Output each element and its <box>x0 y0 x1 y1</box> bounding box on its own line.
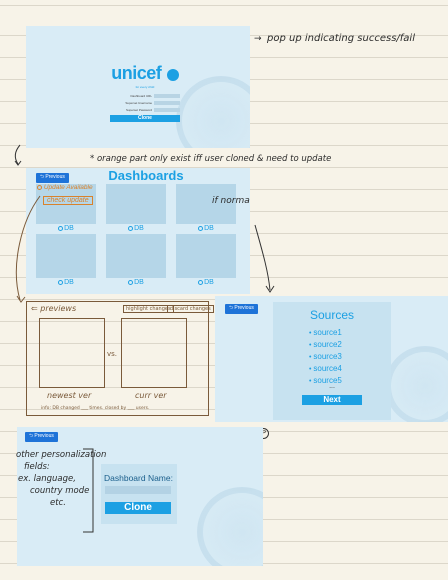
unicef-watermark <box>385 346 448 422</box>
highlight-changes-button[interactable]: highlight changes <box>123 305 174 313</box>
current-version-label: curr ver <box>135 391 167 400</box>
discard-changes-button[interactable]: discard changes <box>167 305 214 313</box>
sources-card: Sources source1 source2 source3 source4 … <box>273 302 391 420</box>
previews-info-footer: info: DB changed ___ times. closed by __… <box>41 406 150 411</box>
sources-panel: ⮌ Previous Sources source1 source2 sourc… <box>215 296 448 422</box>
sources-title: Sources <box>309 308 355 322</box>
sources-list: source1 source2 source3 source4 source5 <box>309 327 341 387</box>
personalization-note-line: fields: <box>24 462 50 472</box>
personalization-note-line: other personalization <box>16 450 107 460</box>
personalization-note-line: ex. language, <box>18 474 76 484</box>
newest-version-label: newest ver <box>47 391 92 400</box>
vs-label: vs. <box>107 350 118 358</box>
sources-previous-button[interactable]: ⮌ Previous <box>225 304 258 314</box>
back-arrow-icon: ⮌ <box>229 305 234 311</box>
newest-version-frame <box>39 318 105 388</box>
back-arrow-icon: ⇐ <box>31 304 38 313</box>
previews-sketch: ⇐ previews highlight changes discard cha… <box>26 301 214 416</box>
source-item[interactable]: source4 <box>309 363 341 375</box>
personalization-note-line: country mode <box>30 486 90 496</box>
source-item[interactable]: source2 <box>309 339 341 351</box>
source-item[interactable]: source3 <box>309 351 341 363</box>
previews-back[interactable]: ⇐ previews <box>31 304 76 313</box>
personalization-note-line: etc. <box>50 498 66 508</box>
sources-previous-label: Previous <box>234 305 254 311</box>
sources-next-button[interactable]: Next <box>302 395 362 405</box>
sources-ellipsis: ... <box>329 383 335 390</box>
source-item[interactable]: source1 <box>309 327 341 339</box>
current-version-frame <box>121 318 187 388</box>
personalization-note: other personalization fields: ex. langua… <box>16 449 106 509</box>
